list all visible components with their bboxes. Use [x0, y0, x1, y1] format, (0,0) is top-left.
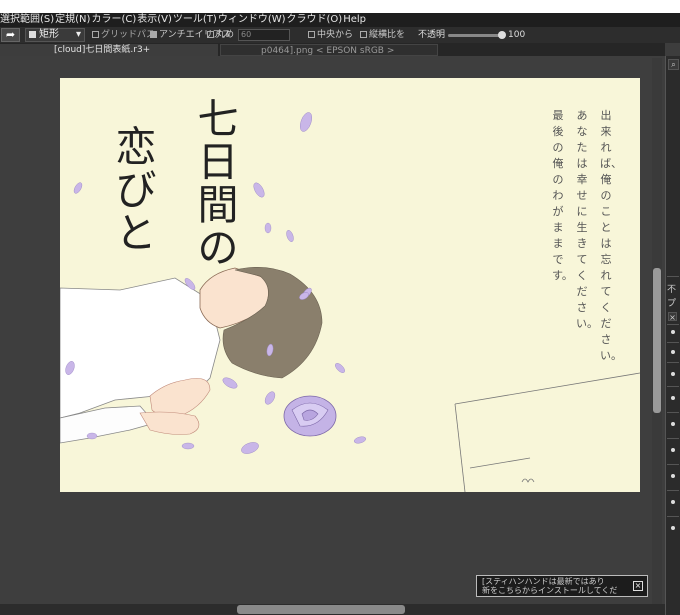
- tool-options-bar: ➦ 矩形 ▾ グリッドパス アンチエイリアス 丸め 60 中央から 縦横比を 不透…: [0, 27, 680, 43]
- tab-cover-document[interactable]: [cloud]七日間表紙.r3+: [0, 44, 218, 56]
- panel-label-preset: プ: [667, 299, 677, 309]
- panel-label-opacity: 不: [667, 285, 677, 295]
- canvas-area[interactable]: 七日間の 恋びと 出来れば、俺のことは忘れてください。 あなたは幸せに生きてくだ…: [0, 56, 665, 604]
- gridpass-checkbox[interactable]: [92, 31, 99, 38]
- notification-line-2: 新をこちらからインストールしてくだ: [482, 586, 618, 595]
- panel-list-item[interactable]: [671, 422, 675, 426]
- redo-arrow-icon: ➦: [5, 28, 16, 41]
- opacity-slider-track[interactable]: [448, 34, 502, 37]
- shape-select-label: 矩形: [39, 29, 59, 40]
- round-value-field[interactable]: 60: [238, 29, 290, 41]
- center-checkbox[interactable]: [308, 31, 315, 38]
- artwork-canvas[interactable]: 七日間の 恋びと 出来れば、俺のことは忘れてください。 あなたは幸せに生きてくだ…: [60, 78, 640, 492]
- document-tab-bar: [cloud]七日間表紙.r3+ p0464].png < EPSON sRGB…: [0, 43, 665, 56]
- opacity-slider-handle[interactable]: [498, 31, 506, 39]
- rose-shape: [283, 395, 337, 437]
- horizontal-scrollbar[interactable]: [0, 604, 665, 615]
- chevron-down-icon: ▾: [75, 29, 81, 40]
- panel-divider: [667, 386, 679, 387]
- menu-bar: 選択範囲(S)定規(N)カラー(C)表示(V)ツール(T)ウィンドウ(W)クラウ…: [0, 13, 680, 27]
- antialias-checkbox[interactable]: [150, 31, 157, 38]
- paper-note-shape: [454, 372, 640, 492]
- book-title-column-2: 恋びと: [115, 123, 157, 257]
- panel-list-item[interactable]: [671, 396, 675, 400]
- panel-divider: [667, 490, 679, 491]
- panel-divider: [667, 362, 679, 363]
- right-side-panel: ⌕ 不 プ ×: [665, 56, 680, 615]
- panel-divider: [667, 324, 679, 325]
- panel-list-item[interactable]: [671, 526, 675, 530]
- tab-png-document[interactable]: p0464].png < EPSON sRGB >: [220, 44, 438, 56]
- menu-item-view[interactable]: 表示(V): [137, 14, 172, 25]
- quote-column-2: あなたは幸せに生きてください。: [576, 109, 598, 330]
- close-icon: ×: [634, 581, 642, 590]
- panel-divider: [667, 342, 679, 343]
- vertical-scroll-thumb[interactable]: [653, 268, 661, 413]
- shape-select[interactable]: 矩形 ▾: [25, 28, 85, 42]
- ratio-label: 縦横比を: [369, 30, 406, 40]
- round-checkbox[interactable]: [207, 31, 214, 38]
- panel-list-item[interactable]: [671, 372, 675, 376]
- ratio-checkbox[interactable]: [360, 31, 367, 38]
- menu-item-cloud[interactable]: クラウド(O): [287, 14, 343, 25]
- horizontal-scroll-thumb[interactable]: [237, 605, 405, 614]
- panel-list-item[interactable]: [671, 350, 675, 354]
- quote-column-1: 出来れば、俺のことは忘れてください。: [600, 109, 622, 362]
- panel-close-button[interactable]: ×: [668, 312, 677, 322]
- panel-list-item[interactable]: [671, 474, 675, 478]
- tab-cover-label: [cloud]七日間表紙.r3+: [54, 45, 151, 55]
- round-label: 丸め: [216, 30, 235, 40]
- panel-divider: [667, 438, 679, 439]
- menu-item-window[interactable]: ウィンドウ(W): [218, 14, 286, 25]
- panel-divider: [667, 412, 679, 413]
- zoom-icon: ⌕: [671, 60, 676, 69]
- menu-item-selection[interactable]: 選択範囲(S): [0, 14, 54, 25]
- panel-divider: [667, 516, 679, 517]
- close-icon: ×: [669, 313, 676, 322]
- top-white-strip: [0, 0, 680, 13]
- gridpass-label: グリッドパス: [101, 30, 156, 40]
- book-title-column-1: 七日間の: [197, 95, 239, 272]
- menu-item-ruler[interactable]: 定規(N): [55, 14, 90, 25]
- panel-divider: [667, 464, 679, 465]
- square-icon: [29, 30, 36, 38]
- notification-close-button[interactable]: ×: [633, 581, 643, 591]
- menu-item-color[interactable]: カラー(C): [91, 14, 136, 25]
- panel-list-item[interactable]: [671, 448, 675, 452]
- tab-png-label: p0464].png < EPSON sRGB >: [261, 46, 395, 56]
- quote-column-3: 最後の俺のわがままです。: [552, 109, 573, 282]
- zoom-button[interactable]: ⌕: [668, 59, 679, 70]
- panel-list-item[interactable]: [671, 330, 675, 334]
- redo-button[interactable]: ➦: [1, 28, 20, 42]
- notification-line-1: [スティハンハンドは最新ではあり: [482, 577, 605, 586]
- opacity-label: 不透明: [418, 30, 446, 40]
- menu-item-help[interactable]: Help: [343, 14, 366, 25]
- opacity-value: 100: [508, 30, 526, 40]
- panel-divider: [667, 276, 679, 277]
- update-notification[interactable]: [スティハンハンドは最新ではあり 新をこちらからインストールしてくだ ×: [476, 575, 648, 597]
- vertical-scrollbar[interactable]: [652, 58, 662, 604]
- panel-list-item[interactable]: [671, 500, 675, 504]
- menu-item-tool[interactable]: ツール(T): [173, 14, 217, 25]
- center-label: 中央から: [317, 30, 354, 40]
- hand-lower-shape: [139, 411, 200, 435]
